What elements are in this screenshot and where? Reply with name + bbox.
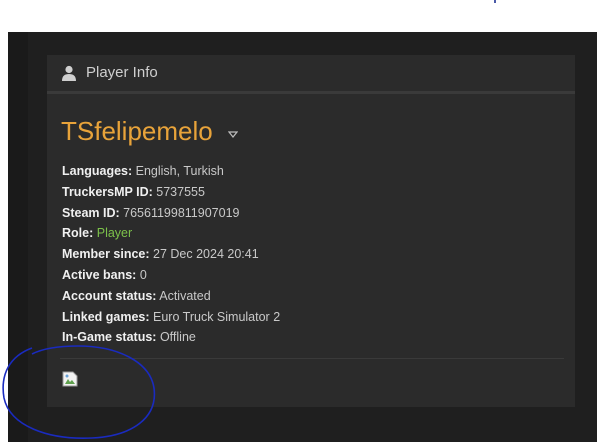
chevron-down-icon[interactable] xyxy=(228,131,238,138)
detail-label: TruckersMP ID: xyxy=(62,184,153,199)
detail-role: Role: Player xyxy=(62,223,280,244)
detail-truckersmp-id: TruckersMP ID: 5737555 xyxy=(62,182,280,203)
card-divider xyxy=(60,358,564,359)
detail-value[interactable]: 76561199811907019 xyxy=(123,206,239,220)
detail-active-bans: Active bans: 0 xyxy=(62,265,280,286)
detail-label: Steam ID: xyxy=(62,205,120,220)
stray-mark xyxy=(494,0,496,3)
left-stripe xyxy=(8,32,28,442)
broken-image-icon[interactable] xyxy=(62,371,78,387)
detail-label: Role: xyxy=(62,226,94,241)
detail-languages: Languages: English, Turkish xyxy=(62,161,280,182)
detail-value: Activated xyxy=(159,288,211,303)
detail-label: Linked games: xyxy=(62,309,150,324)
detail-value: 5737555 xyxy=(156,184,205,199)
detail-label: Languages: xyxy=(62,164,133,178)
detail-linked-games: Linked games: Euro Truck Simulator 2 xyxy=(62,307,280,328)
detail-label: Active bans: xyxy=(62,267,137,282)
detail-value: 0 xyxy=(139,267,147,282)
detail-value: 27 Dec 2024 20:41 xyxy=(153,247,259,262)
detail-label: In-Game status: xyxy=(62,330,157,345)
top-white-area xyxy=(0,0,597,32)
user-icon xyxy=(62,65,76,81)
card-header: Player Info xyxy=(47,55,575,94)
detail-label: Account status: xyxy=(62,288,157,303)
player-username[interactable]: TSfelipemelo xyxy=(61,116,213,146)
player-info-card: Player Info TSfelipemelo Languages: Engl… xyxy=(47,55,575,407)
detail-steam-id: Steam ID: 76561199811907019 xyxy=(62,203,280,224)
detail-value: Euro Truck Simulator 2 xyxy=(153,309,281,324)
detail-member-since: Member since: 27 Dec 2024 20:41 xyxy=(62,244,280,265)
detail-value: Offline xyxy=(159,330,196,345)
detail-label: Member since: xyxy=(62,247,150,262)
player-details-list: Languages: English, Turkish TruckersMP I… xyxy=(62,161,280,348)
detail-account-status: Account status: Activated xyxy=(62,286,280,307)
detail-ingame-status: In-Game status: Offline xyxy=(62,327,280,348)
detail-value: English, Turkish xyxy=(135,164,224,178)
card-title: Player Info xyxy=(86,64,158,81)
role-value: Player xyxy=(96,226,133,241)
